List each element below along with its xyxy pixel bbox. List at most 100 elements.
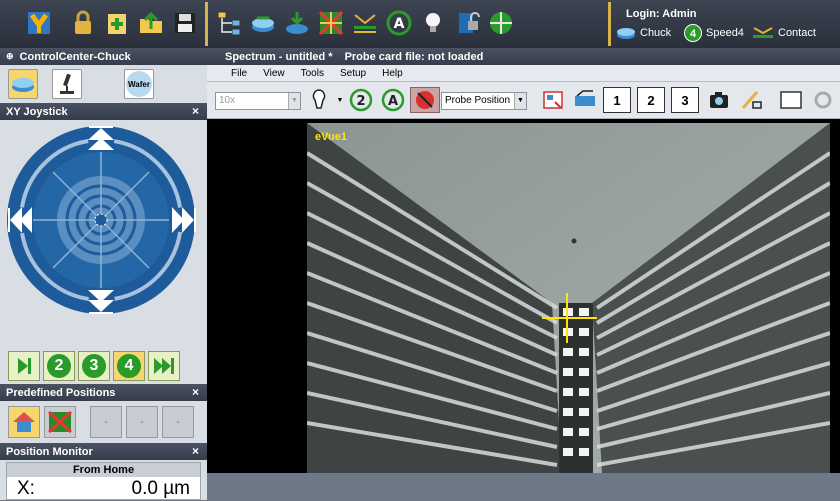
speed-status-label: Speed4 bbox=[706, 27, 744, 39]
predefined-title: Predefined Positions bbox=[6, 386, 116, 399]
home-position-button[interactable] bbox=[8, 406, 40, 438]
monitor-header: From Home bbox=[7, 463, 200, 477]
control-center-title: ControlCenter-Chuck bbox=[19, 50, 131, 63]
unlock-door-icon[interactable] bbox=[450, 6, 484, 40]
pin-icon[interactable]: ⊕ bbox=[6, 51, 14, 62]
camera-icon[interactable] bbox=[705, 87, 733, 113]
menu-bar: File View Tools Setup Help bbox=[207, 65, 840, 82]
camera-label: eVue1 bbox=[315, 131, 348, 143]
predefined-positions: - - - bbox=[0, 401, 207, 443]
step-last-button[interactable] bbox=[148, 351, 180, 381]
svg-text:2: 2 bbox=[356, 94, 365, 109]
menu-setup[interactable]: Setup bbox=[332, 68, 374, 79]
menu-file[interactable]: File bbox=[223, 68, 255, 79]
new-file-icon[interactable] bbox=[100, 6, 134, 40]
empty-position-button[interactable]: - bbox=[126, 406, 158, 438]
home-icon bbox=[13, 412, 35, 432]
chevron-down-icon: ▼ bbox=[514, 93, 526, 109]
monitor-x-row: X: 0.0 µm bbox=[7, 477, 200, 501]
save-icon[interactable] bbox=[168, 6, 202, 40]
wafer-tab-icon[interactable]: Wafer bbox=[124, 69, 154, 99]
monitor-axis-label: X: bbox=[17, 478, 35, 499]
control-center-panel: ⊕ ControlCenter-Chuck Wafer XY Joystick … bbox=[0, 48, 207, 500]
camera-image[interactable]: eVue1 bbox=[307, 123, 830, 473]
step-first-button[interactable] bbox=[8, 351, 40, 381]
step-2-button[interactable]: 2 bbox=[43, 351, 75, 381]
center-position-button[interactable] bbox=[44, 406, 76, 438]
view-3-label: 3 bbox=[681, 92, 689, 108]
auto-align-icon[interactable]: A bbox=[382, 6, 416, 40]
speed-status: 4 Speed4 bbox=[684, 24, 744, 42]
menu-help[interactable]: Help bbox=[374, 68, 411, 79]
spectrum-window: Spectrum - untitled * Probe card file: n… bbox=[207, 48, 840, 473]
open-folder-icon[interactable] bbox=[134, 6, 168, 40]
lock-icon[interactable] bbox=[66, 6, 100, 40]
predefined-title-bar: Predefined Positions × bbox=[0, 384, 207, 401]
microscope-tab-icon[interactable] bbox=[52, 69, 82, 99]
fast-forward-icon bbox=[154, 358, 174, 374]
move-down-arrow-icon[interactable] bbox=[86, 288, 116, 314]
chuck-icon bbox=[617, 28, 635, 39]
align-target-icon[interactable] bbox=[314, 6, 348, 40]
contact-icon bbox=[753, 27, 773, 38]
svg-text:A: A bbox=[388, 94, 398, 109]
speed-4-icon: 4 bbox=[684, 24, 702, 42]
toolbar-separator bbox=[608, 2, 611, 46]
close-icon[interactable]: × bbox=[192, 385, 199, 399]
light-intensity-icon[interactable] bbox=[307, 87, 331, 113]
chuck-tab-icon[interactable] bbox=[8, 69, 38, 99]
view-3-button[interactable]: 3 bbox=[671, 87, 699, 113]
probe-mode-icon[interactable] bbox=[410, 87, 440, 113]
view-2-label: 2 bbox=[647, 92, 655, 108]
hierarchy-icon[interactable] bbox=[212, 6, 246, 40]
load-wafer-icon[interactable] bbox=[280, 6, 314, 40]
close-icon[interactable]: × bbox=[192, 104, 199, 118]
chevron-down-icon[interactable]: ▼ bbox=[335, 87, 345, 113]
step-3-label: 3 bbox=[82, 354, 106, 378]
xy-joystick[interactable] bbox=[0, 120, 207, 348]
mode-select-value: Probe Position bbox=[445, 95, 511, 106]
main-toolbar: A Login: Admin Chuck 4 Speed4 Contact bbox=[0, 0, 840, 48]
zoom-select[interactable]: 10x ▼ bbox=[215, 92, 301, 110]
step-2-label: 2 bbox=[47, 354, 71, 378]
monitor-x-value: 0.0 µm bbox=[131, 478, 190, 499]
speed-2-icon[interactable]: 2 bbox=[347, 87, 375, 113]
settings-gear-icon[interactable] bbox=[811, 87, 835, 113]
auto-focus-icon[interactable]: A bbox=[379, 87, 407, 113]
measure-icon[interactable] bbox=[737, 87, 765, 113]
empty-position-button[interactable]: - bbox=[162, 406, 194, 438]
menu-tools[interactable]: Tools bbox=[293, 68, 332, 79]
step-4-button[interactable]: 4 bbox=[113, 351, 145, 381]
cascade-logo-icon[interactable] bbox=[22, 6, 56, 40]
chuck-status-label: Chuck bbox=[640, 27, 672, 39]
empty-position-button[interactable]: - bbox=[90, 406, 122, 438]
move-left-arrow-icon[interactable] bbox=[8, 205, 34, 235]
view-2-button[interactable]: 2 bbox=[637, 87, 665, 113]
contact-height-icon[interactable] bbox=[348, 6, 382, 40]
step-size-bar: 2 3 4 bbox=[0, 348, 207, 384]
monitor-title: Position Monitor bbox=[6, 445, 93, 458]
move-right-arrow-icon[interactable] bbox=[170, 205, 196, 235]
move-up-arrow-icon[interactable] bbox=[86, 126, 116, 152]
zoom-value: 10x bbox=[219, 95, 236, 106]
view-1-button[interactable]: 1 bbox=[603, 87, 631, 113]
chuck-stage-icon[interactable] bbox=[246, 6, 280, 40]
joystick-title-bar: XY Joystick × bbox=[0, 103, 207, 120]
toolbar-separator bbox=[205, 2, 208, 46]
svg-text:A: A bbox=[394, 16, 405, 32]
window-layout-icon[interactable] bbox=[777, 87, 805, 113]
close-icon[interactable]: × bbox=[192, 444, 199, 458]
snapshot-layout-icon[interactable] bbox=[539, 87, 567, 113]
spectrum-toolbar: 10x ▼ ▼ 2 A Probe Position ▼ 1 2 3 bbox=[207, 82, 840, 119]
light-bulb-icon[interactable] bbox=[416, 6, 450, 40]
login-status: Login: Admin bbox=[626, 8, 697, 20]
control-center-title-bar: ⊕ ControlCenter-Chuck bbox=[0, 48, 207, 65]
probe-card-status: Probe card file: not loaded bbox=[344, 50, 484, 63]
step-3-button[interactable]: 3 bbox=[78, 351, 110, 381]
crosshair-icon[interactable] bbox=[484, 6, 518, 40]
menu-view[interactable]: View bbox=[255, 68, 293, 79]
window-title-bar: Spectrum - untitled * Probe card file: n… bbox=[207, 48, 840, 65]
wafer-label: Wafer bbox=[126, 71, 152, 97]
mode-select[interactable]: Probe Position ▼ bbox=[441, 92, 527, 110]
probe-arm-icon[interactable] bbox=[571, 87, 599, 113]
